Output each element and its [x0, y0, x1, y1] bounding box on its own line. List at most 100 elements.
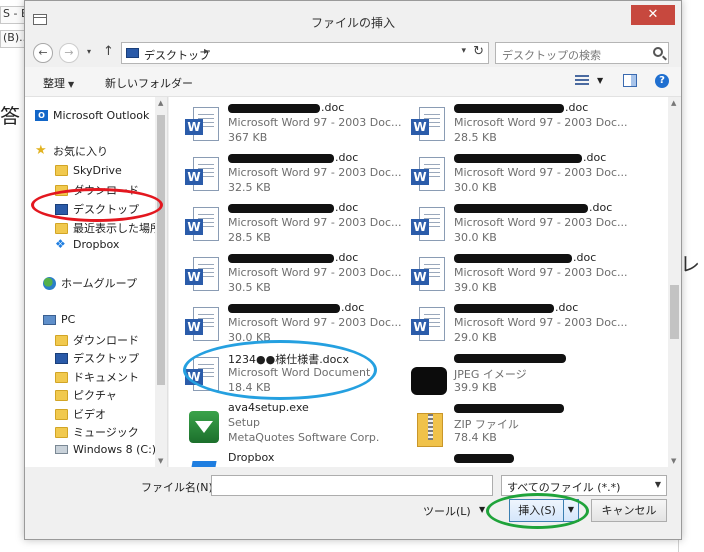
word-icon: W [185, 207, 221, 245]
word-icon: W [411, 207, 447, 245]
breadcrumb-arrow-icon[interactable]: ▸ [204, 46, 209, 57]
file-item[interactable]: W .doc Microsoft Word 97 - 2003 Doc... 3… [185, 251, 405, 301]
nav-item-videos[interactable]: ビデオ [55, 406, 106, 422]
nav-item-documents[interactable]: ドキュメント [55, 369, 139, 385]
organize-button[interactable]: 整理 ▼ [43, 75, 74, 91]
file-size: 39.9 KB [454, 381, 497, 394]
redaction [228, 203, 334, 213]
scroll-up-icon[interactable]: ▲ [158, 99, 163, 107]
nav-item-drive-c[interactable]: Windows 8 (C:) [55, 443, 156, 456]
folder-icon [55, 408, 68, 420]
file-name: .doc [454, 101, 588, 114]
file-name [454, 351, 567, 364]
navigation-pane: O Microsoft Outlook ★ お気に入り SkyDrive ダウンロー… [25, 97, 168, 467]
file-item[interactable]: W .doc Microsoft Word 97 - 2003 Doc... 2… [411, 301, 631, 351]
desktop-icon [55, 352, 68, 364]
cancel-button[interactable]: キャンセル [591, 499, 667, 522]
file-item[interactable]: W .doc Microsoft Word 97 - 2003 Doc... 3… [185, 301, 405, 351]
file-item[interactable]: JPEG イメージ 39.9 KB [411, 351, 631, 401]
file-item[interactable]: W .doc Microsoft Word 97 - 2003 Doc... 2… [411, 101, 631, 151]
command-toolbar: 整理 ▼ 新しいフォルダー ▼ ? [25, 67, 681, 97]
address-path[interactable]: デスクトップ [144, 47, 210, 63]
search-icon[interactable] [653, 47, 663, 57]
organize-label: 整理 [43, 77, 65, 90]
file-item[interactable]: Dropbox [185, 451, 405, 467]
word-icon: W [411, 307, 447, 345]
word-icon: W [411, 257, 447, 295]
scrollbar-thumb[interactable] [670, 285, 679, 339]
nav-item-favorites[interactable]: ★ お気に入り [35, 143, 108, 159]
nav-item-outlook[interactable]: O Microsoft Outlook [35, 109, 149, 122]
up-button[interactable]: ↑ [103, 44, 114, 59]
outlook-icon: O [35, 110, 48, 121]
folder-icon [55, 371, 68, 383]
search-placeholder: デスクトップの検索 [502, 49, 601, 62]
nav-item-dropbox[interactable]: ❖ Dropbox [55, 238, 119, 251]
filetype-select[interactable]: すべてのファイル (*.*) ▼ [501, 475, 667, 496]
filename-input[interactable] [211, 475, 493, 496]
nav-item-skydrive[interactable]: SkyDrive [55, 164, 122, 177]
nav-item-pc[interactable]: PC [43, 313, 75, 326]
scroll-up-icon[interactable]: ▲ [671, 99, 676, 107]
file-item[interactable]: ZIP ファイル 78.4 KB [411, 401, 631, 451]
file-list-scrollbar[interactable]: ▲ ▼ [668, 97, 681, 467]
address-dropdown-icon[interactable]: ▾ [461, 46, 466, 56]
file-name: .doc [228, 251, 358, 264]
close-button[interactable]: ✕ [631, 5, 675, 25]
address-bar[interactable]: デスクトップ ▸ ▾ ↻ [121, 42, 489, 64]
file-type: Microsoft Word 97 - 2003 Doc... [228, 116, 402, 129]
help-icon[interactable]: ? [655, 74, 669, 88]
word-icon: W [185, 107, 221, 145]
file-item[interactable]: W .doc Microsoft Word 97 - 2003 Doc... 3… [185, 101, 405, 151]
word-icon: W [185, 157, 221, 195]
nav-item-pc-desktop[interactable]: デスクトップ [55, 350, 139, 366]
nav-item-downloads[interactable]: ダウンロード [55, 182, 139, 198]
view-options-icon[interactable] [575, 75, 589, 87]
nav-item-music[interactable]: ミュージック [55, 424, 139, 440]
forward-button[interactable]: → [59, 43, 79, 63]
file-item[interactable]: W .doc Microsoft Word 97 - 2003 Doc... 3… [411, 201, 631, 251]
file-type: Microsoft Word 97 - 2003 Doc... [454, 216, 628, 229]
word-icon: W [185, 307, 221, 345]
redaction [454, 253, 572, 263]
dropbox-icon [185, 457, 221, 467]
file-size: 30.5 KB [228, 281, 271, 294]
scroll-down-icon[interactable]: ▼ [671, 457, 676, 465]
file-size: 30.0 KB [228, 331, 271, 344]
dropbox-icon: ❖ [55, 237, 66, 251]
new-folder-button[interactable]: 新しいフォルダー [105, 75, 193, 91]
insert-options-dropdown[interactable]: ▼ [563, 500, 578, 521]
scroll-down-icon[interactable]: ▼ [158, 457, 163, 465]
file-size: 29.0 KB [454, 331, 497, 344]
nav-item-recent-places[interactable]: 最近表示した場所 [55, 220, 161, 236]
title-bar: ファイルの挿入 ✕ [25, 1, 681, 39]
file-item[interactable]: ava4setup.exe Setup MetaQuotes Software … [185, 401, 405, 451]
search-input[interactable]: デスクトップの検索 [495, 42, 669, 64]
tools-button[interactable]: ツール(L) [423, 503, 471, 519]
view-dropdown-icon[interactable]: ▼ [597, 76, 603, 85]
dialog-title: ファイルの挿入 [310, 16, 395, 30]
file-item[interactable] [411, 451, 631, 467]
back-button[interactable]: ← [33, 43, 53, 63]
preview-pane-icon[interactable] [623, 74, 637, 87]
file-item[interactable]: W 1234●●様仕様書.docx Microsoft Word Documen… [185, 351, 405, 401]
dialog-footer: ファイル名(N): すべてのファイル (*.*) ▼ ツール(L) ▼ 挿入(S… [25, 467, 681, 539]
file-publisher: MetaQuotes Software Corp. [228, 431, 380, 444]
nav-item-homegroup[interactable]: ホームグループ [43, 275, 137, 291]
nav-item-desktop[interactable]: デスクトップ [55, 201, 139, 217]
file-item[interactable]: W .doc Microsoft Word 97 - 2003 Doc... 3… [411, 151, 631, 201]
chevron-down-icon[interactable]: ▼ [479, 505, 485, 514]
nav-item-pc-downloads[interactable]: ダウンロード [55, 332, 139, 348]
nav-pane-scrollbar[interactable]: ▲ ▼ [155, 97, 167, 467]
file-item[interactable]: W .doc Microsoft Word 97 - 2003 Doc... 3… [185, 151, 405, 201]
refresh-button[interactable]: ↻ [473, 44, 484, 59]
recent-locations-dropdown[interactable]: ▾ [87, 47, 91, 56]
word-icon: W [411, 157, 447, 195]
file-item[interactable]: W .doc Microsoft Word 97 - 2003 Doc... 3… [411, 251, 631, 301]
file-type: Microsoft Word 97 - 2003 Doc... [454, 116, 628, 129]
file-name: .doc [454, 201, 612, 214]
scrollbar-thumb[interactable] [157, 115, 165, 385]
file-item[interactable]: W .doc Microsoft Word 97 - 2003 Doc... 2… [185, 201, 405, 251]
redaction [454, 353, 566, 363]
nav-item-pictures[interactable]: ピクチャ [55, 387, 117, 403]
